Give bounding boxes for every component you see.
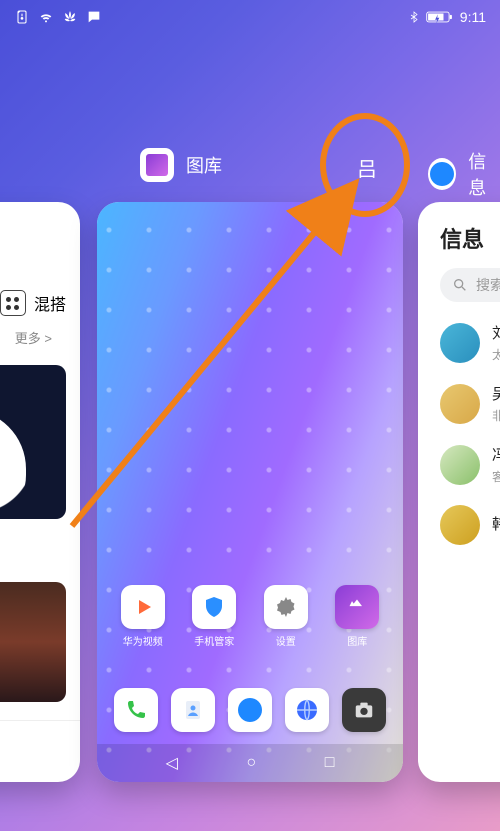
grid-icon xyxy=(0,290,26,316)
app-header-label: 信息 xyxy=(468,148,500,200)
message-row[interactable]: 吴东非常棒 xyxy=(418,373,500,434)
contact-name: 吴东 xyxy=(492,383,500,404)
contacts-icon xyxy=(171,688,215,732)
message-preview: 太好了 xyxy=(492,346,500,363)
messages-title: 信息 xyxy=(418,202,500,264)
nav-home[interactable]: ○ xyxy=(246,754,256,772)
app-dock xyxy=(97,688,403,732)
chat-bubble-icon xyxy=(86,9,102,25)
mixmatch-category[interactable]: 混搭 xyxy=(0,280,66,322)
avatar xyxy=(440,505,480,545)
wifi-icon xyxy=(38,9,54,25)
recent-card-home[interactable]: 华为视频 手机管家 设置 图库 xyxy=(97,202,403,782)
dock-phone[interactable] xyxy=(108,688,164,732)
message-preview: 非常棒 xyxy=(492,407,500,424)
tab-mine[interactable]: 我的 xyxy=(0,721,80,782)
globe-icon xyxy=(285,688,329,732)
shield-icon xyxy=(192,585,236,629)
recent-card-themes[interactable]: 混搭 更多 > 16:42 叫的狗狗 费 36 我的 xyxy=(0,202,80,782)
contact-name: 韩晓 xyxy=(492,513,500,534)
dock-contacts[interactable] xyxy=(165,688,221,732)
app-label: 设置 xyxy=(276,633,296,648)
app-label: 图库 xyxy=(347,633,367,648)
app-gallery[interactable]: 图库 xyxy=(329,585,385,648)
bluetooth-icon xyxy=(408,9,420,25)
nav-recent[interactable]: □ xyxy=(325,754,335,772)
app-row-1: 华为视频 手机管家 设置 图库 xyxy=(97,585,403,648)
lock-app-button[interactable]: 吕 xyxy=(348,148,386,186)
app-header-messages[interactable]: 信息 xyxy=(428,148,500,200)
message-preview: 客气了 xyxy=(492,468,500,485)
theme-clock: 16:42 xyxy=(0,365,66,408)
messages-icon xyxy=(228,688,272,732)
huawei-icon xyxy=(62,9,78,25)
app-headers: 图库 吕 信息 xyxy=(0,148,500,190)
bottom-tab-bar: 我的 xyxy=(0,720,80,782)
app-phone-manager[interactable]: 手机管家 xyxy=(186,585,242,648)
status-bar: 9:11 xyxy=(0,0,500,34)
theme-subtitle: 费 xyxy=(0,549,66,566)
message-row[interactable]: 刘文太好了 xyxy=(418,312,500,373)
recent-apps-cards: 混搭 更多 > 16:42 叫的狗狗 费 36 我的 xyxy=(0,202,500,782)
messages-app-icon xyxy=(428,158,456,190)
phone-icon xyxy=(114,688,158,732)
avatar xyxy=(440,445,480,485)
theme-preview-dog[interactable]: 16:42 xyxy=(0,365,66,519)
messages-search[interactable]: 搜索信息 xyxy=(440,268,500,302)
search-icon xyxy=(452,277,468,293)
status-left xyxy=(14,9,102,25)
avatar xyxy=(440,323,480,363)
recent-card-messages[interactable]: 信息 搜索信息 刘文太好了 吴东非常棒 冯浩客气了 xyxy=(418,202,500,782)
app-label: 手机管家 xyxy=(194,633,234,648)
no-sim-icon xyxy=(14,9,30,25)
category-label: 混搭 xyxy=(34,291,66,315)
avatar xyxy=(440,384,480,424)
camera-icon xyxy=(342,688,386,732)
gallery-app-icon xyxy=(140,148,174,182)
android-nav-bar: ◁ ○ □ xyxy=(97,744,403,782)
dock-messages[interactable] xyxy=(222,688,278,732)
more-link[interactable]: 更多 > xyxy=(0,322,66,357)
nav-back[interactable]: ◁ xyxy=(166,753,178,773)
app-settings[interactable]: 设置 xyxy=(258,585,314,648)
theme-caption: 叫的狗狗 xyxy=(0,519,66,549)
recent-apps-screen: 9:11 图库 吕 信息 混搭 xyxy=(0,0,500,831)
gear-icon xyxy=(264,585,308,629)
dog-illustration xyxy=(0,409,26,519)
app-label: 华为视频 xyxy=(123,633,163,648)
status-right: 9:11 xyxy=(408,9,486,25)
contact-name: 冯浩 xyxy=(492,444,500,465)
message-row[interactable]: 冯浩客气了 xyxy=(418,434,500,495)
battery-icon xyxy=(426,10,454,24)
lock-glyph: 吕 xyxy=(357,153,377,182)
contact-name: 刘文 xyxy=(492,322,500,343)
theme-preview-canyon[interactable]: 36 xyxy=(0,582,66,702)
app-header-gallery[interactable]: 图库 xyxy=(140,148,222,182)
app-huawei-video[interactable]: 华为视频 xyxy=(115,585,171,648)
dock-camera[interactable] xyxy=(336,688,392,732)
gallery-icon xyxy=(335,585,379,629)
messages-list: 刘文太好了 吴东非常棒 冯浩客气了 韩晓 xyxy=(418,308,500,555)
message-row[interactable]: 韩晓 xyxy=(418,495,500,555)
app-header-label: 图库 xyxy=(186,152,222,178)
status-time: 9:11 xyxy=(460,9,486,25)
search-placeholder: 搜索信息 xyxy=(476,275,500,295)
dock-browser[interactable] xyxy=(279,688,335,732)
play-icon xyxy=(121,585,165,629)
